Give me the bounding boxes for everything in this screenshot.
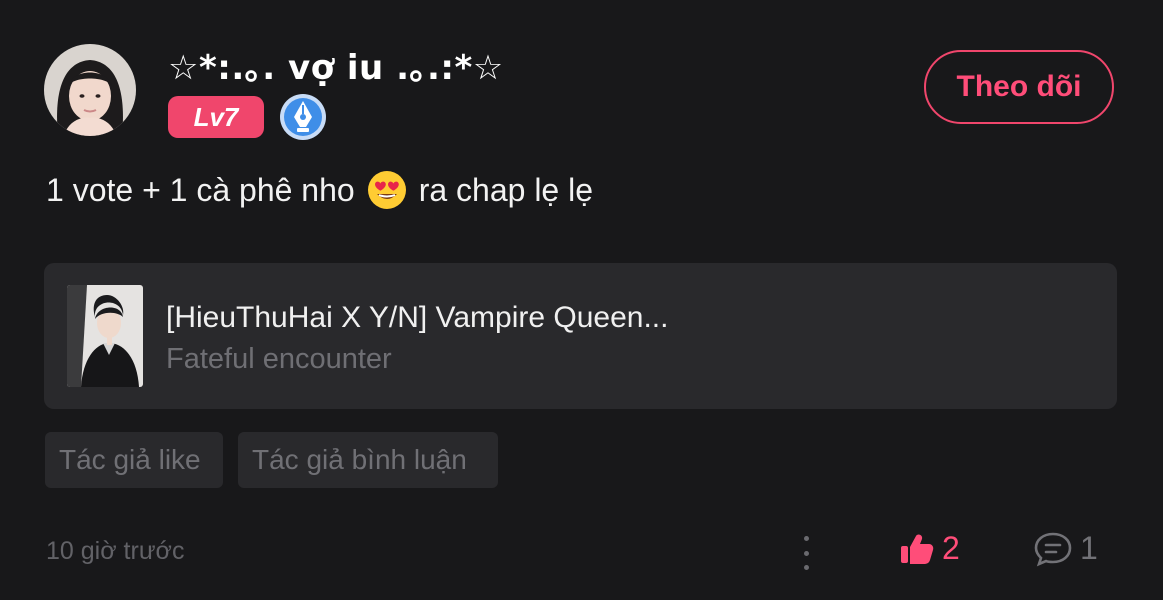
pen-badge-icon: [279, 93, 327, 141]
tag-author-like: Tác giả like: [45, 432, 223, 488]
post-content: 1 vote + 1 cà phê nho ra chap lẹ lẹ: [46, 170, 593, 210]
avatar[interactable]: [44, 44, 136, 136]
heart-eyes-emoji-icon: [367, 171, 406, 209]
level-badge: Lv7: [168, 96, 264, 138]
timestamp: 10 giờ trước: [46, 537, 185, 565]
user-avatar: [44, 44, 136, 136]
story-chapter: Fateful encounter: [166, 343, 392, 375]
post-text-after: ra chap lẹ lẹ: [418, 171, 594, 208]
like-button[interactable]: 2: [900, 530, 960, 567]
story-card[interactable]: [HieuThuHai X Y/N] Vampire Queen... Fate…: [44, 263, 1117, 409]
more-options-icon[interactable]: [796, 536, 816, 570]
like-count: 2: [942, 530, 960, 566]
comment-bubble-icon: [1034, 532, 1072, 566]
follow-button[interactable]: Theo dõi: [924, 50, 1114, 124]
tag-author-comment: Tác giả bình luận: [238, 432, 498, 488]
story-title: [HieuThuHai X Y/N] Vampire Queen...: [166, 301, 669, 334]
post-text-before: 1 vote + 1 cà phê nho: [46, 171, 355, 208]
author-name[interactable]: ☆*:.｡. vợ iu .｡.:*☆: [168, 40, 504, 89]
comment-button[interactable]: 1: [1034, 530, 1098, 567]
thumbs-up-icon: [901, 534, 934, 564]
story-cover-image: [67, 285, 143, 387]
comment-count: 1: [1080, 530, 1098, 566]
